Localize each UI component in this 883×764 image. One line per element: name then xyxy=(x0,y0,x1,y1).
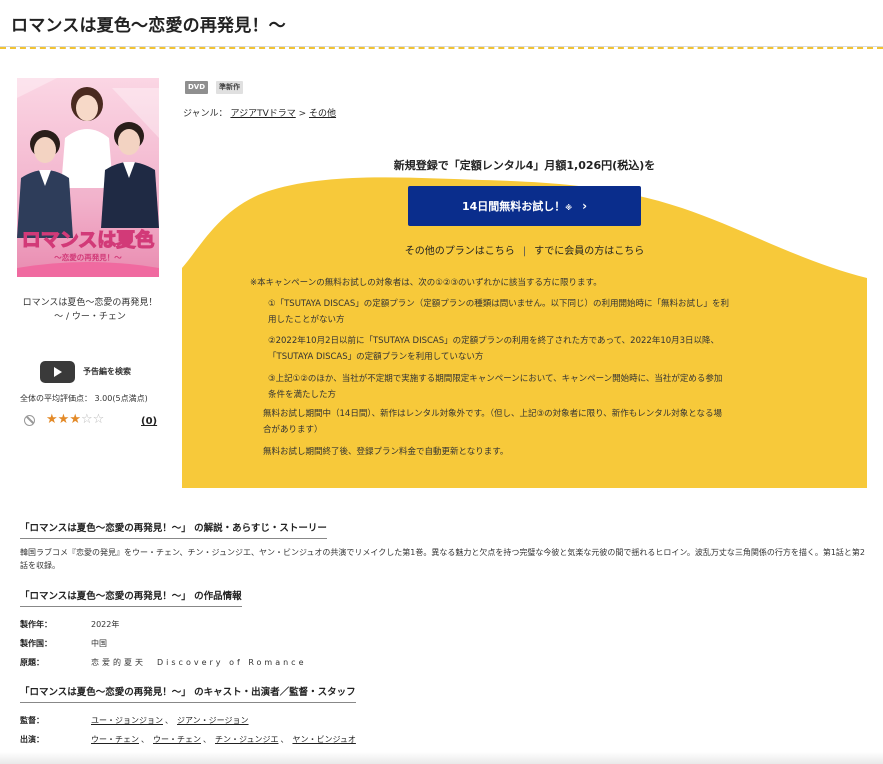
list-comma: 、 xyxy=(165,716,173,725)
list-comma: 、 xyxy=(203,735,211,744)
note-period-line2: 合があります） xyxy=(263,425,323,435)
info-value-year: 2022年 xyxy=(91,620,120,629)
rating-stars[interactable]: ★★★☆☆ xyxy=(46,412,104,427)
star-icon[interactable]: ★ xyxy=(58,412,70,427)
genre-link-asian-tv-drama[interactable]: アジアTVドラマ xyxy=(230,109,295,119)
actor-link[interactable]: ウー・チェン xyxy=(91,735,139,744)
trailer-play-button[interactable] xyxy=(40,361,75,383)
director-label: 監督： xyxy=(20,716,44,725)
synopsis-heading: 「ロマンスは夏色〜恋愛の再発見！〜」 の解説・あらすじ・ストーリー xyxy=(20,520,327,539)
info-value-original-title: 恋爱的夏天 Discovery of Romance xyxy=(91,658,307,667)
note-cond2-line1: ②2022年10月2日以前に「TSUTAYA DISCAS」の定額プランの利用を… xyxy=(268,336,720,346)
cover-image[interactable]: ロマンスは夏色 〜恋愛の再発見！〜 xyxy=(17,78,159,277)
info-value-country: 中国 xyxy=(91,639,107,648)
genre-breadcrumb: ジャンル： アジアTVドラマ > その他 xyxy=(183,106,336,119)
bottom-fade xyxy=(0,752,883,764)
actor-link[interactable]: ウー・チェン xyxy=(153,735,201,744)
list-comma: 、 xyxy=(280,735,289,744)
note-cond1-line1: ①「TSUTAYA DISCAS」の定額プラン（定額プランの種類は問いません。以… xyxy=(268,299,730,309)
member-login-link[interactable]: すでに会員の方はこちら xyxy=(534,246,644,257)
director-list: ユー・ジョンジョン、ジアン・ジージョン xyxy=(91,715,249,726)
trailer-search-label[interactable]: 予告編を検索 xyxy=(83,366,131,377)
info-label-original-title: 原題： xyxy=(20,658,44,667)
cast-heading: 「ロマンスは夏色〜恋愛の再発見！〜」 のキャスト・出演者／監督・スタッフ xyxy=(20,684,356,703)
chevron-right-icon: › xyxy=(582,199,588,213)
link-separator: | xyxy=(522,246,527,257)
page-title: ロマンスは夏色〜恋愛の再発見！〜 xyxy=(11,16,286,36)
note-cond3-line2: 条件を満たした方 xyxy=(268,390,337,400)
average-rating: 全体の平均評価点： 3.00(5点満点) xyxy=(20,394,148,403)
director-link[interactable]: ユー・ジョンジョン xyxy=(91,716,163,725)
cover-art: ロマンスは夏色 〜恋愛の再発見！〜 xyxy=(17,78,159,277)
star-empty-icon[interactable]: ☆ xyxy=(93,412,105,427)
note-cond1-line2: 用したことがない方 xyxy=(268,315,345,325)
cast-label: 出演： xyxy=(20,735,44,744)
list-comma: 、 xyxy=(141,735,149,744)
info-label-country: 製作国： xyxy=(20,639,52,648)
cover-caption-line2: 〜 / ウー・チェン xyxy=(54,312,126,322)
plan-links: その他のプランはこちら | すでに会員の方はこちら xyxy=(182,242,867,257)
note-intro: ※本キャンペーンの無料お試しの対象者は、次の①②③のいずれかに該当する方に限りま… xyxy=(250,278,602,288)
director-link[interactable]: ジアン・ジージョン xyxy=(177,716,249,725)
info-label-year: 製作年： xyxy=(20,620,52,629)
star-icon[interactable]: ★ xyxy=(46,412,58,427)
actor-link[interactable]: ヤン・ビンジュオ xyxy=(292,735,355,744)
other-plans-link[interactable]: その他のプランはこちら xyxy=(405,246,515,257)
free-trial-mark: ※ xyxy=(565,204,573,212)
genre-separator: > xyxy=(298,109,307,119)
actor-link[interactable]: チン・ジュンジエ xyxy=(215,735,278,744)
title-bar: ロマンスは夏色〜恋愛の再発見！〜 xyxy=(0,0,883,47)
cover-art-title: ロマンスは夏色 xyxy=(22,228,155,251)
badge-semi-new: 準新作 xyxy=(216,81,243,94)
cast-list: ウー・チェン、ウー・チェン、チン・ジュンジエ、ヤン・ビンジュオ xyxy=(91,734,356,745)
cover-art-subtitle: 〜恋愛の再発見！〜 xyxy=(54,252,122,262)
note-cond3-line1: ③上記①②のほか、当社が不定期で実施する期間限定キャンペーンにおいて、キャンペー… xyxy=(268,374,723,384)
campaign-headline: 新規登録で「定額レンタル4」月額1,026円(税込)を xyxy=(393,159,656,172)
header-divider xyxy=(0,47,883,49)
note-cond2-line2: 「TSUTAYA DISCAS」の定額プランを利用していない方 xyxy=(268,352,484,362)
cover-caption: ロマンスは夏色〜恋愛の再発見！ 〜 / ウー・チェン xyxy=(10,296,170,324)
note-after: 無料お試し期間終了後、登録プラン料金で自動更新となります。 xyxy=(263,447,509,457)
free-trial-label: 14日間無料お試し！ xyxy=(461,200,566,213)
review-count-link[interactable]: (0) xyxy=(141,416,157,427)
star-empty-icon[interactable]: ☆ xyxy=(81,412,93,427)
work-info-heading: 「ロマンスは夏色〜恋愛の再発見！〜」 の作品情報 xyxy=(20,588,242,607)
free-trial-button[interactable]: 14日間無料お試し！※ › xyxy=(408,186,641,226)
not-interested-icon[interactable] xyxy=(24,415,35,426)
play-icon xyxy=(54,367,62,377)
genre-link-other[interactable]: その他 xyxy=(309,109,336,119)
synopsis-text: 韓国ラブコメ『恋愛の発見』をウー・チェン、チン・ジュンジエ、ヤン・ビンジュオの共… xyxy=(20,548,866,570)
star-icon[interactable]: ★ xyxy=(69,412,81,427)
genre-prefix: ジャンル： xyxy=(183,109,228,119)
note-period-line1: 無料お試し期間中（14日間）、新作はレンタル対象外です。（但し、上記③の対象者に… xyxy=(263,409,722,419)
cover-caption-line1: ロマンスは夏色〜恋愛の再発見！ xyxy=(22,298,158,308)
badge-dvd: DVD xyxy=(185,81,209,94)
